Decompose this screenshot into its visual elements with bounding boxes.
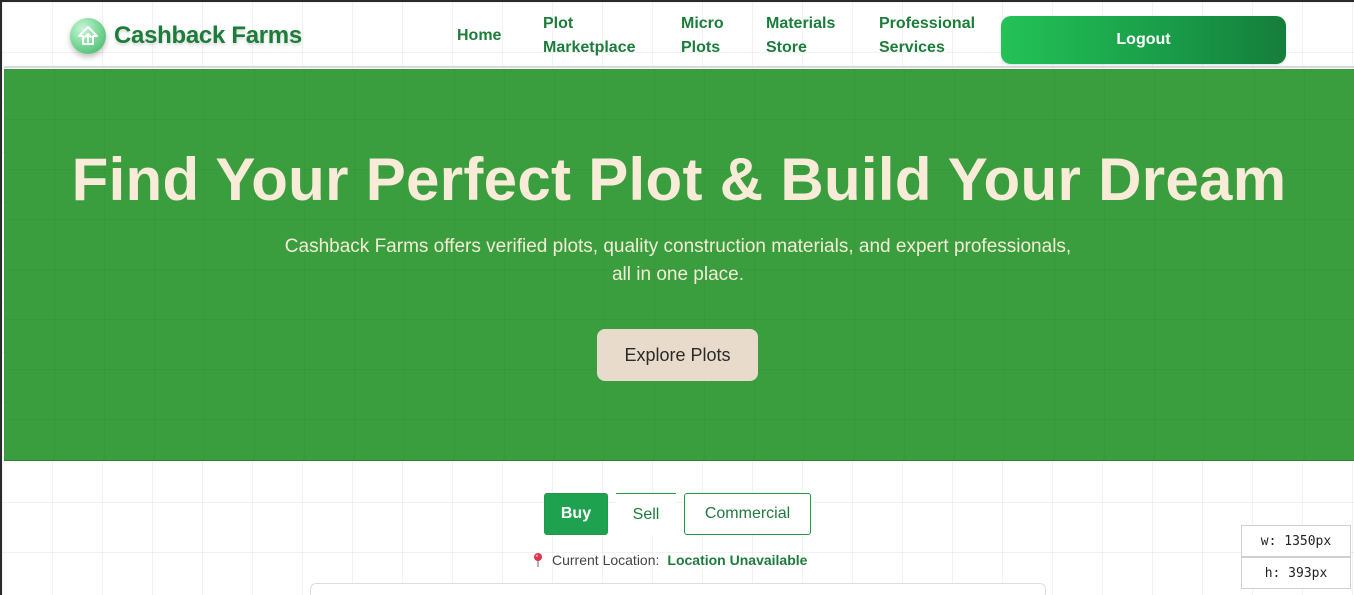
current-location: Current Location: Location Unavailable xyxy=(532,552,807,568)
location-value: Location Unavailable xyxy=(667,552,808,568)
nav-micro-plots[interactable]: Micro Plots xyxy=(681,12,724,60)
hero-subtitle: Cashback Farms offers verified plots, qu… xyxy=(284,236,1072,285)
location-label: Current Location: xyxy=(552,552,660,568)
width-readout: w: 1350px xyxy=(1241,525,1351,557)
logout-button[interactable]: Logout xyxy=(1001,16,1286,64)
nav-materials-store[interactable]: Materials Store xyxy=(766,12,835,60)
tab-commercial[interactable]: Commercial xyxy=(684,493,811,535)
site-header: Cashback Farms Home Plot Marketplace Mic… xyxy=(4,4,1354,68)
nav-professional-services[interactable]: Professional Services xyxy=(879,12,975,60)
explore-plots-button[interactable]: Explore Plots xyxy=(597,329,758,381)
hero-title: Find Your Perfect Plot & Build Your Drea… xyxy=(71,146,1287,213)
height-readout: h: 393px xyxy=(1241,557,1351,589)
house-arrow-icon xyxy=(70,18,106,54)
nav-plot-marketplace[interactable]: Plot Marketplace xyxy=(543,12,636,60)
brand-name: Cashback Farms xyxy=(114,22,302,49)
brand-logo[interactable]: Cashback Farms xyxy=(70,18,302,54)
map-pin-icon xyxy=(532,552,544,568)
plot-search-box[interactable] xyxy=(310,583,1046,595)
tab-sell[interactable]: Sell xyxy=(616,493,676,535)
tab-buy[interactable]: Buy xyxy=(544,493,608,535)
hero-section: Find Your Perfect Plot & Build Your Drea… xyxy=(4,69,1354,461)
nav-home[interactable]: Home xyxy=(457,24,501,48)
